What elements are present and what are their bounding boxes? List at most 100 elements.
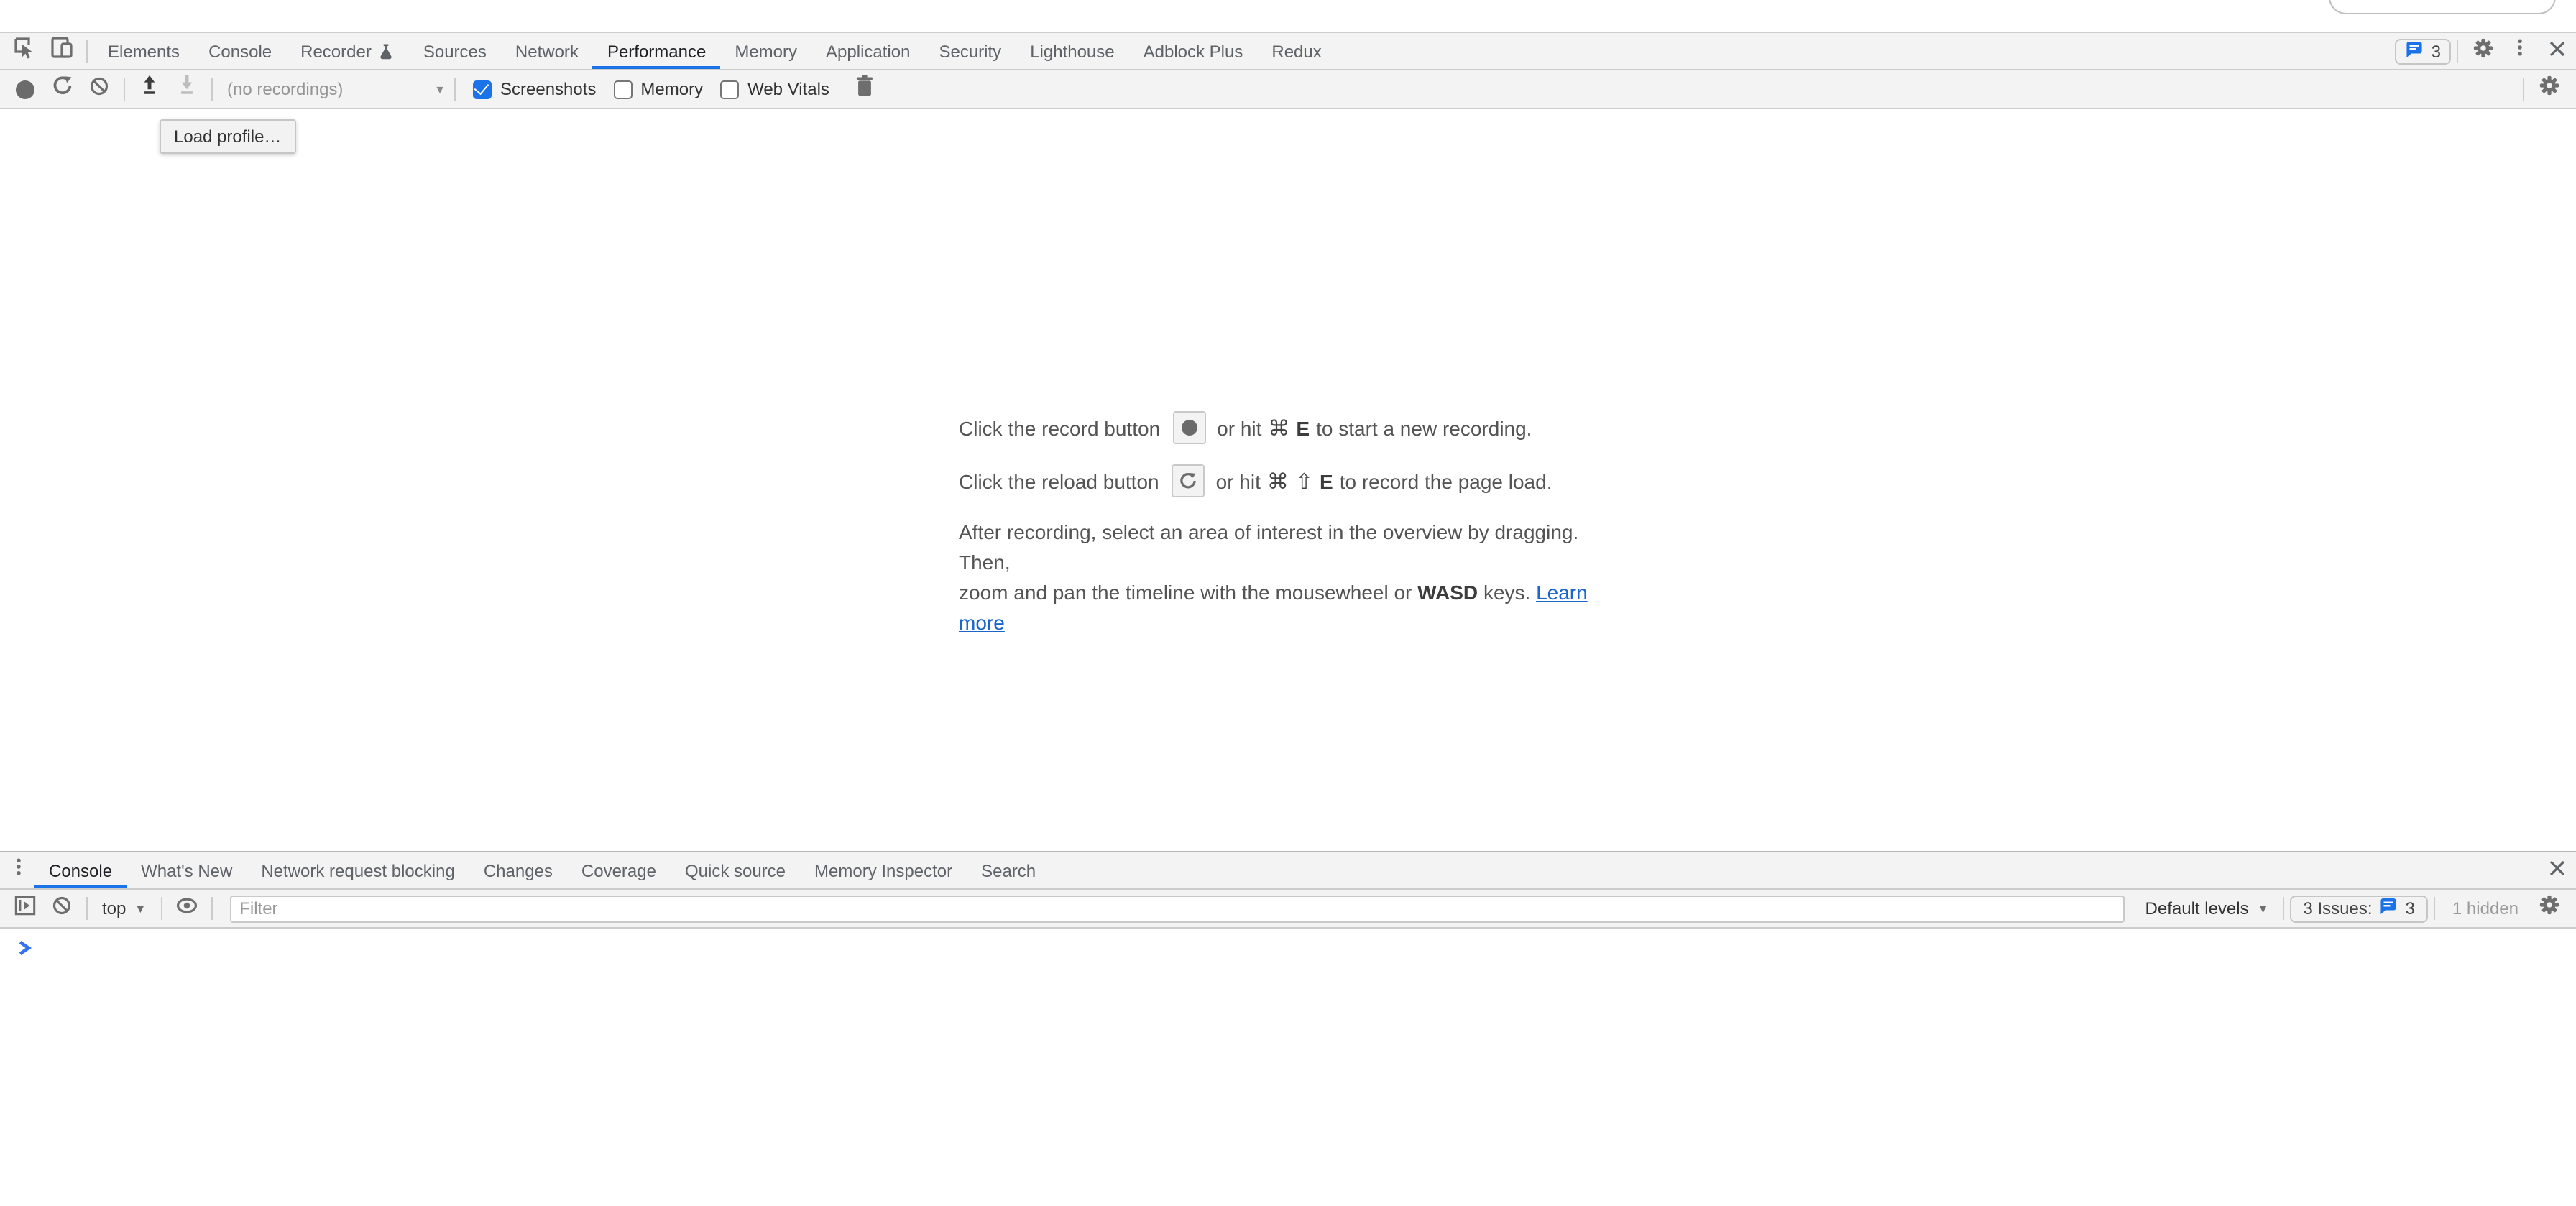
more-options-button[interactable] [2501,34,2539,68]
tab-elements[interactable]: Elements [93,33,194,69]
drawer-menu-button[interactable] [3,853,34,888]
tab-label: Application [826,41,910,61]
tab-console[interactable]: Console [194,33,286,69]
divider [86,897,88,920]
cmd-key-glyph: ⌘ [1268,415,1289,441]
tab-application[interactable]: Application [811,33,924,69]
divider [454,78,456,101]
recordings-select-value: (no recordings) [227,79,343,99]
close-icon [2549,38,2566,64]
shortcut-key: E [1320,469,1333,492]
log-levels-select[interactable]: Default levels ▼ [2145,898,2269,919]
instruction-text: to record the page load. [1340,469,1552,492]
tab-lighthouse[interactable]: Lighthouse [1016,33,1128,69]
divider [2434,897,2435,920]
tab-label: Memory [735,41,797,61]
record-icon [15,80,34,98]
delete-recording-button[interactable] [847,72,884,106]
settings-button[interactable] [2464,34,2501,68]
drawer-tab-quick-source[interactable]: Quick source [671,852,800,888]
tab-security[interactable]: Security [924,33,1016,69]
checkbox-label: Memory [640,79,703,99]
instruction-text: Click the record button [959,416,1160,439]
divider [211,78,213,101]
drawer-tab-whats-new[interactable]: What's New [126,852,247,888]
clear-recordings-button[interactable] [80,72,118,106]
reload-and-record-button[interactable] [43,72,80,106]
divider [2457,40,2458,63]
shift-key-glyph: ⇧ [1295,468,1313,494]
tab-network[interactable]: Network [501,33,593,69]
chevron-down-icon: ▼ [2258,902,2269,915]
issues-button[interactable]: 3 [2396,38,2451,64]
gear-icon [2538,894,2559,923]
tab-sources[interactable]: Sources [409,33,501,69]
tab-memory[interactable]: Memory [720,33,811,69]
load-profile-tooltip: Load profile… [160,119,295,154]
inspect-element-button[interactable] [6,34,43,68]
record-button[interactable] [6,72,43,106]
tab-adblock-plus[interactable]: Adblock Plus [1129,33,1258,69]
drawer-tab-search[interactable]: Search [967,852,1050,888]
console-messages-area[interactable] [0,929,2576,1206]
download-icon [177,75,197,103]
tab-label: Quick source [685,860,786,880]
tab-redux[interactable]: Redux [1257,33,1335,69]
close-devtools-button[interactable] [2539,34,2576,68]
block-icon [52,895,72,922]
tab-label: Performance [607,41,706,61]
device-toolbar-button[interactable] [43,34,80,68]
screenshots-checkbox[interactable]: Screenshots [473,79,596,99]
drawer-tab-console[interactable]: Console [34,852,126,888]
save-profile-button[interactable] [168,72,206,106]
capture-settings-button[interactable] [2530,72,2567,106]
tab-label: Security [939,41,1001,61]
gear-icon [2538,75,2559,103]
issues-bubble-icon [2406,40,2424,63]
drawer-tab-changes[interactable]: Changes [469,852,567,888]
block-icon [89,75,109,103]
drawer-tab-coverage[interactable]: Coverage [567,852,671,888]
upload-icon [139,75,160,103]
divider [211,897,212,920]
console-prompt-chevron-icon [17,940,33,956]
console-filter-input[interactable] [229,895,2125,922]
live-expression-button[interactable] [167,891,205,926]
console-settings-button[interactable] [2530,891,2567,926]
recordings-select[interactable]: (no recordings) ▼ [227,79,446,99]
checkbox-checked-icon [473,80,492,98]
close-drawer-button[interactable] [2539,853,2576,888]
tab-performance[interactable]: Performance [593,33,720,69]
drawer-tab-network-request-blocking[interactable]: Network request blocking [247,852,469,888]
tab-recorder[interactable]: Recorder [286,33,409,69]
console-issues-button[interactable]: 3 Issues: 3 [2290,895,2427,922]
hint-text: After recording, select an area of inter… [959,520,1578,574]
web-vitals-checkbox[interactable]: Web Vitals [720,79,829,99]
drawer-tab-memory-inspector[interactable]: Memory Inspector [800,852,967,888]
tab-label: Changes [484,860,553,880]
issues-bubble-icon [2380,897,2398,920]
reload-icon [1179,471,1197,490]
instruction-text: to start a new recording. [1316,416,1532,439]
trash-icon [856,75,875,103]
load-profile-button[interactable] [131,72,168,106]
reload-button-illustration [1172,464,1205,497]
device-toolbar-icon [50,36,73,66]
levels-value: Default levels [2145,898,2249,919]
divider [2523,78,2524,101]
browser-popup-remnant [2329,0,2556,14]
clear-console-button[interactable] [43,891,80,926]
reload-instruction: Click the reload button or hit ⌘ ⇧ E to … [959,464,1617,497]
show-console-sidebar-button[interactable] [6,891,43,926]
memory-checkbox[interactable]: Memory [613,79,703,99]
tab-label: Search [981,860,1036,880]
execution-context-select[interactable]: top ▼ [102,898,146,919]
usage-hint: After recording, select an area of inter… [959,517,1617,638]
tab-label: Network request blocking [261,860,454,880]
instruction-text: or hit [1217,416,1261,439]
instructions-block: Click the record button or hit ⌘ E to st… [959,411,1617,638]
reload-icon [51,75,73,103]
cmd-key-glyph: ⌘ [1267,468,1289,494]
tab-label: Coverage [581,860,656,880]
performance-empty-state: Load profile… Click the record button or… [0,109,2576,851]
